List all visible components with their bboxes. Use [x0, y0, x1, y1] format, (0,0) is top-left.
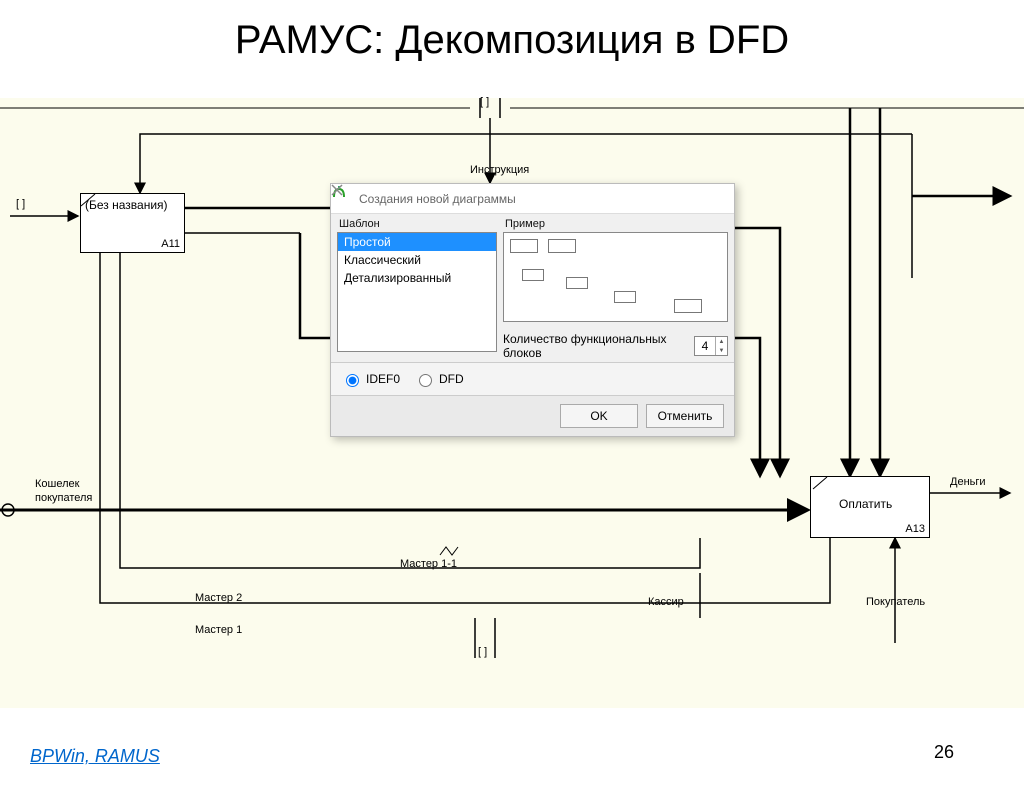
template-item-simple[interactable]: Простой — [338, 233, 496, 251]
decomp-mark — [811, 477, 829, 491]
preview-pane — [503, 232, 728, 322]
radio-idef0-input[interactable] — [346, 374, 359, 387]
label-bracket-bottom: [ ] — [478, 646, 487, 658]
label-bracket-top: [ ] — [480, 96, 489, 108]
close-icon — [331, 184, 343, 196]
dialog-titlebar[interactable]: Создания новой диаграммы — [331, 184, 734, 214]
block-count-label: Количество функциональных блоков — [503, 332, 688, 360]
block-a13[interactable]: Оплатить A13 — [810, 476, 930, 538]
diagram-canvas: (Без названия) A11 Оплатить A13 Инструкц… — [0, 98, 1024, 708]
template-label: Шаблон — [339, 218, 497, 230]
template-listbox[interactable]: Простой Классический Детализированный — [337, 232, 497, 352]
label-cashier: Кассир — [648, 596, 684, 608]
label-master2: Мастер 2 — [195, 592, 242, 604]
new-diagram-dialog: Создания новой диаграммы Шаблон Простой … — [330, 183, 735, 437]
label-master11: Мастер 1-1 — [400, 558, 457, 570]
dialog-title: Создания новой диаграммы — [359, 192, 698, 206]
page-number: 26 — [934, 742, 954, 763]
template-item-detailed[interactable]: Детализированный — [338, 269, 496, 287]
ok-button[interactable]: OK — [560, 404, 638, 428]
radio-dfd-input[interactable] — [419, 374, 432, 387]
template-item-classic[interactable]: Классический — [338, 251, 496, 269]
label-wallet-2: покупателя — [35, 492, 92, 504]
block-a13-label: Оплатить — [839, 497, 892, 511]
radio-idef0-label: IDEF0 — [366, 372, 400, 386]
radio-dfd-label: DFD — [439, 372, 464, 386]
label-instruction: Инструкция — [470, 164, 529, 176]
footer-link[interactable]: BPWin, RAMUS — [30, 746, 160, 767]
slide-title: РАМУС: Декомпозиция в DFD — [0, 18, 1024, 63]
radio-dfd[interactable]: DFD — [414, 371, 464, 387]
block-count-input[interactable] — [695, 337, 715, 355]
block-a11-label: (Без названия) — [85, 198, 168, 212]
block-a13-id: A13 — [905, 523, 925, 535]
block-a11[interactable]: (Без названия) A11 — [80, 193, 185, 253]
label-bracket-left: [ ] — [16, 198, 25, 210]
preview-label: Пример — [505, 218, 728, 230]
spinner-down[interactable]: ▼ — [716, 346, 727, 355]
label-wallet-1: Кошелек — [35, 478, 79, 490]
spinner-up[interactable]: ▲ — [716, 337, 727, 346]
block-count-spinner[interactable]: ▲ ▼ — [694, 336, 728, 356]
radio-idef0[interactable]: IDEF0 — [341, 371, 400, 387]
notation-radio-group: IDEF0 DFD — [331, 362, 734, 395]
close-button[interactable] — [698, 187, 728, 211]
label-money: Деньги — [950, 476, 986, 488]
label-buyer: Покупатель — [866, 596, 925, 608]
cancel-button[interactable]: Отменить — [646, 404, 724, 428]
block-a11-id: A11 — [161, 238, 180, 250]
label-master1: Мастер 1 — [195, 624, 242, 636]
